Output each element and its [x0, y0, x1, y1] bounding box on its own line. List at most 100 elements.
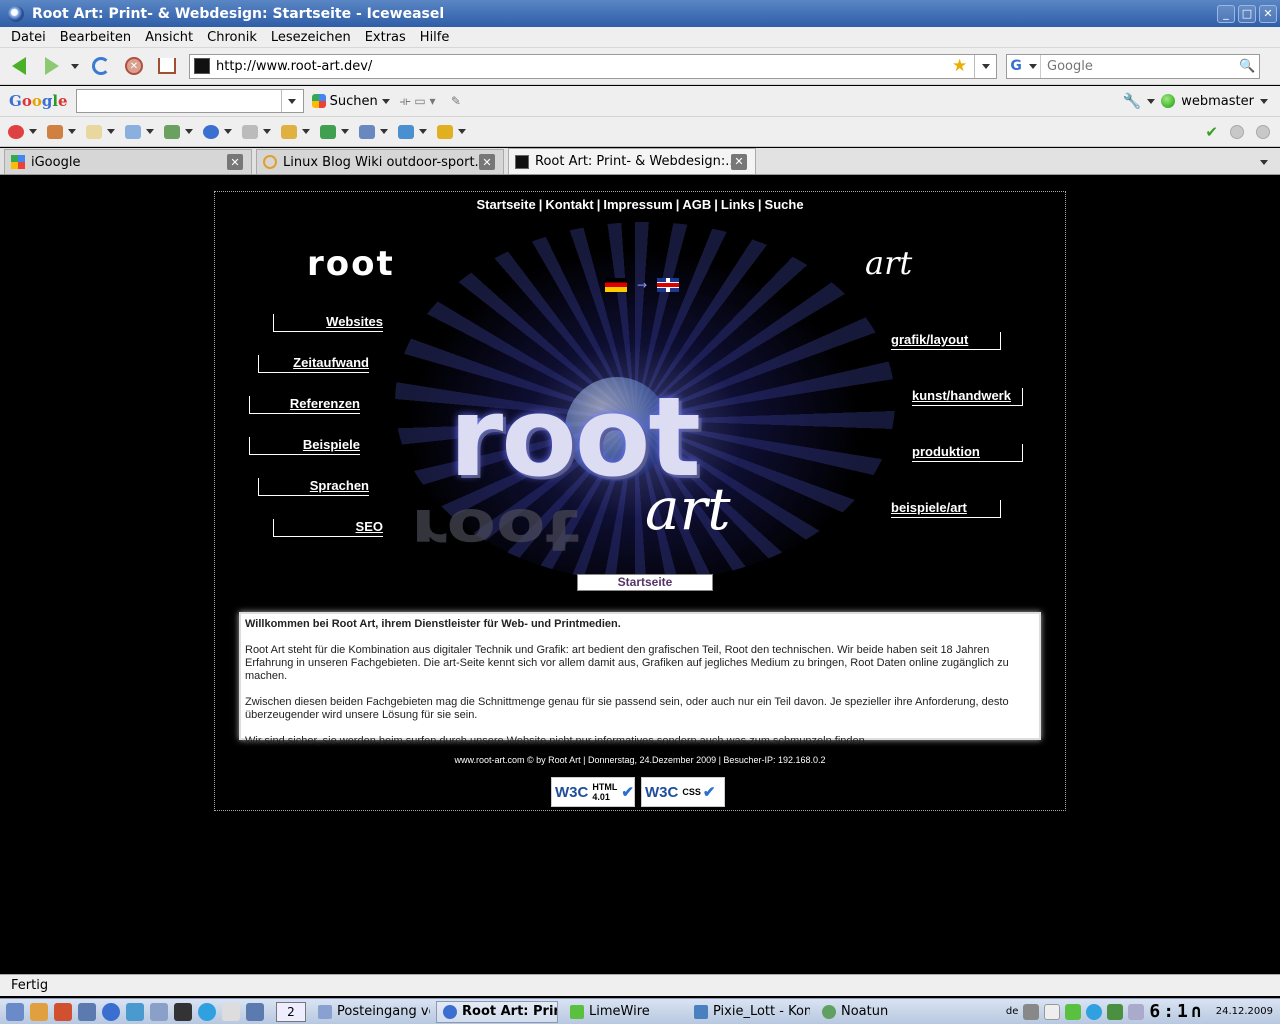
package-icon[interactable] — [126, 1002, 144, 1021]
url-input[interactable] — [216, 58, 952, 74]
volume-icon[interactable] — [1023, 1003, 1040, 1020]
wd-view-source-button[interactable] — [398, 124, 427, 139]
nav-link-links[interactable]: Links — [721, 197, 755, 212]
w3c-css-badge[interactable]: W3C CSS ✔ — [641, 777, 725, 807]
menu-chronik[interactable]: Chronik — [200, 30, 264, 45]
nav-link-suche[interactable]: Suche — [765, 197, 804, 212]
maximize-button[interactable]: □ — [1238, 4, 1256, 23]
back-button[interactable] — [5, 52, 33, 80]
minimize-button[interactable]: _ — [1217, 4, 1235, 23]
wrench-icon[interactable]: 🔧 — [1123, 92, 1142, 110]
english-flag-icon[interactable] — [657, 278, 680, 292]
update-icon[interactable] — [1086, 1003, 1103, 1020]
nav-link-kontakt[interactable]: Kontakt — [545, 197, 593, 212]
url-bar[interactable]: ★ — [189, 53, 997, 79]
bookmark-star-icon[interactable]: ★ — [952, 56, 974, 76]
search-bar[interactable]: G 🔍 — [1006, 53, 1260, 79]
home-button[interactable] — [153, 52, 181, 80]
wd-forms-button[interactable] — [125, 124, 154, 139]
clipboard-icon[interactable] — [1044, 1003, 1061, 1020]
logo-root[interactable]: root — [307, 244, 395, 284]
konsole-icon[interactable] — [78, 1002, 96, 1021]
checkmark-icon[interactable]: ✔ — [1205, 123, 1218, 141]
left-nav-referenzen[interactable]: Referenzen — [249, 396, 360, 414]
desktop-icon[interactable] — [30, 1002, 48, 1021]
google-search-input[interactable] — [76, 90, 281, 112]
tab-igoogle[interactable]: iGoogle ✕ — [4, 149, 252, 174]
search-input[interactable] — [1041, 58, 1239, 74]
wd-outline-button[interactable] — [281, 124, 310, 139]
right-nav-grafik-layout[interactable]: grafik/layout — [891, 332, 1001, 350]
left-nav-websites[interactable]: Websites — [273, 314, 383, 332]
wd-images-button[interactable] — [164, 124, 193, 139]
wd-tools-button[interactable] — [359, 124, 388, 139]
google-toolbar-search[interactable] — [75, 89, 304, 113]
history-dropdown-button[interactable] — [68, 52, 82, 80]
task-posteingang[interactable]: Posteingang von — [312, 1001, 430, 1023]
desktop-pager[interactable]: 2 — [276, 1001, 306, 1022]
nav-link-agb[interactable]: AGB — [682, 197, 711, 212]
menu-bearbeiten[interactable]: Bearbeiten — [53, 30, 138, 45]
nav-link-impressum[interactable]: Impressum — [603, 197, 672, 212]
keyboard-layout-indicator[interactable]: de — [1006, 1006, 1019, 1017]
forward-button[interactable] — [38, 52, 66, 80]
left-nav-zeitaufwand[interactable]: Zeitaufwand — [258, 355, 369, 373]
menu-ansicht[interactable]: Ansicht — [138, 30, 200, 45]
close-tab-icon[interactable]: ✕ — [479, 154, 495, 170]
network-icon[interactable] — [1065, 1003, 1082, 1020]
german-flag-icon[interactable] — [605, 278, 627, 292]
tab-linux-blog[interactable]: Linux Blog Wiki outdoor-sport... ✕ — [256, 149, 504, 174]
url-history-dropdown[interactable] — [974, 54, 996, 78]
right-nav-produktion[interactable]: produktion — [912, 444, 1023, 462]
removable-media-icon[interactable] — [1128, 1003, 1145, 1020]
google-account[interactable]: 🔧 webmaster — [1123, 92, 1268, 110]
menu-hilfe[interactable]: Hilfe — [413, 30, 457, 45]
menu-datei[interactable]: Datei — [4, 30, 53, 45]
window-list-icon[interactable] — [246, 1002, 264, 1021]
google-logo[interactable]: Google — [9, 92, 68, 110]
w3c-html-badge[interactable]: W3C HTML 4.01 ✔ — [551, 777, 635, 807]
logo-art[interactable]: art — [865, 244, 912, 282]
right-nav-beispiele-art[interactable]: beispiele/art — [891, 500, 1001, 518]
date-display[interactable]: 24.12.2009 — [1216, 1006, 1273, 1017]
document-icon[interactable] — [222, 1002, 240, 1021]
lcd-clock[interactable]: 6:1∩ — [1149, 1001, 1204, 1022]
browser-icon[interactable] — [102, 1002, 120, 1021]
search-engine-selector[interactable]: G — [1007, 54, 1041, 78]
home-icon[interactable] — [54, 1002, 72, 1021]
close-window-button[interactable]: ✕ — [1259, 4, 1277, 23]
editor-icon[interactable] — [150, 1002, 168, 1021]
wd-disable-button[interactable] — [8, 124, 37, 139]
task-pixie-lott[interactable]: Pixie_Lott - Kon — [688, 1001, 810, 1023]
google-toolbar-extra-buttons[interactable]: ⟛ ▭ ▾ ✎ — [400, 94, 461, 109]
messenger-icon[interactable] — [198, 1002, 216, 1021]
status-circle-icon[interactable] — [1256, 124, 1270, 139]
task-limewire[interactable]: LimeWire — [564, 1001, 682, 1023]
kde-menu-icon[interactable] — [6, 1002, 24, 1021]
list-all-tabs-button[interactable] — [1260, 160, 1268, 165]
wd-css-button[interactable] — [86, 124, 115, 139]
left-nav-seo[interactable]: SEO — [273, 519, 383, 537]
search-icon[interactable]: 🔍 — [1239, 59, 1259, 74]
terminal-icon[interactable] — [174, 1002, 192, 1021]
menu-lesezeichen[interactable]: Lesezeichen — [264, 30, 358, 45]
wd-resize-button[interactable] — [320, 124, 349, 139]
wd-information-button[interactable] — [203, 124, 232, 139]
reload-button[interactable] — [87, 52, 115, 80]
tab-root-art[interactable]: Root Art: Print- & Webdesign:... ✕ — [508, 148, 756, 174]
google-suchen-button[interactable]: Suchen — [311, 94, 390, 109]
left-nav-beispiele[interactable]: Beispiele — [249, 437, 360, 455]
task-root-art[interactable]: Root Art: Print — [436, 1000, 558, 1023]
close-tab-icon[interactable]: ✕ — [731, 153, 747, 170]
close-tab-icon[interactable]: ✕ — [227, 154, 243, 170]
task-noatun[interactable]: Noatun — [816, 1001, 928, 1023]
status-circle-icon[interactable] — [1230, 124, 1244, 139]
menu-extras[interactable]: Extras — [358, 30, 413, 45]
wd-miscellaneous-button[interactable] — [242, 124, 271, 139]
wd-options-button[interactable] — [437, 124, 466, 139]
google-search-history-dropdown[interactable] — [280, 90, 303, 112]
right-nav-kunst-handwerk[interactable]: kunst/handwerk — [912, 388, 1023, 406]
stop-button[interactable]: ✕ — [120, 52, 148, 80]
wd-cookies-button[interactable] — [47, 124, 76, 139]
nav-link-startseite[interactable]: Startseite — [476, 197, 535, 212]
